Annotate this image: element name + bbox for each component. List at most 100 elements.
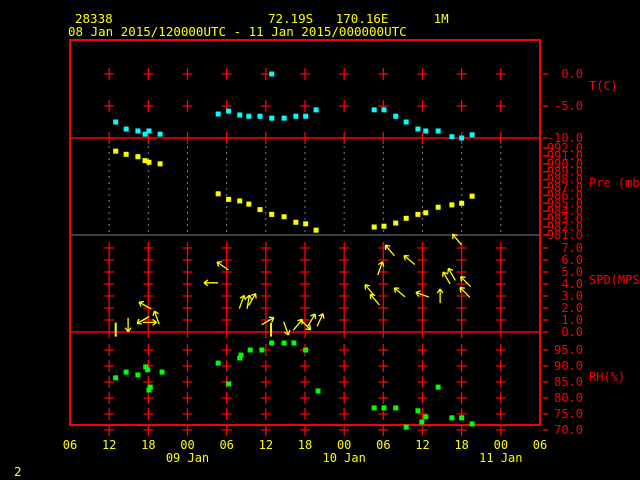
grid-cross bbox=[104, 376, 115, 388]
pressure-point bbox=[281, 214, 287, 220]
wind-arrow bbox=[316, 313, 325, 327]
y-tick-label: 0.0 bbox=[561, 325, 583, 339]
grid-cross bbox=[495, 132, 506, 144]
temperature-point bbox=[281, 115, 287, 121]
grid-cross bbox=[495, 344, 506, 356]
grid-cross bbox=[300, 360, 310, 372]
y-tick-label: 70.0 bbox=[554, 423, 583, 437]
grid-cross bbox=[456, 100, 467, 112]
grid-cross bbox=[300, 68, 310, 80]
rh-point bbox=[459, 415, 465, 421]
grid-cross bbox=[456, 68, 467, 80]
grid-cross bbox=[378, 314, 389, 326]
grid-cross bbox=[221, 302, 232, 314]
y-tick-label: 0.0 bbox=[561, 67, 583, 81]
grid-cross bbox=[182, 278, 193, 290]
grid-cross bbox=[339, 326, 350, 338]
temperature-point bbox=[393, 113, 399, 119]
rh-point bbox=[291, 340, 297, 346]
y-tick-label: 75.0 bbox=[554, 407, 583, 421]
grid-cross bbox=[182, 254, 193, 266]
grid-cross bbox=[182, 360, 193, 372]
grid-cross bbox=[104, 344, 115, 356]
temperature-point bbox=[469, 132, 475, 138]
grid-cross bbox=[221, 344, 232, 356]
pressure-point bbox=[449, 202, 455, 208]
wind-arrow bbox=[393, 287, 406, 298]
pressure-point bbox=[123, 151, 129, 157]
grid-cross bbox=[260, 290, 271, 302]
pressure-point bbox=[371, 224, 377, 230]
grid-cross bbox=[495, 392, 506, 404]
rh-point bbox=[393, 405, 399, 411]
pressure-point bbox=[246, 201, 252, 207]
pressure-point bbox=[113, 148, 119, 154]
rh-point bbox=[419, 419, 425, 425]
grid-cross bbox=[495, 376, 506, 388]
x-day-label: 09 Jan bbox=[166, 451, 209, 465]
x-tick-label: 18 bbox=[141, 438, 155, 452]
grid-cross bbox=[300, 278, 310, 290]
grid-cross bbox=[182, 290, 193, 302]
grid-cross bbox=[104, 68, 115, 80]
grid-cross bbox=[456, 242, 467, 254]
grid-cross bbox=[104, 314, 115, 326]
pressure-point bbox=[293, 219, 299, 225]
grid-cross bbox=[104, 266, 115, 278]
grid-cross bbox=[495, 100, 506, 112]
grid-cross bbox=[495, 278, 506, 290]
grid-cross bbox=[300, 254, 310, 266]
grid-cross bbox=[182, 344, 193, 356]
x-tick-label: 18 bbox=[298, 438, 312, 452]
grid-cross bbox=[417, 100, 428, 112]
grid-cross bbox=[339, 314, 350, 326]
y-tick-label: 95.0 bbox=[554, 343, 583, 357]
grid-cross bbox=[104, 360, 115, 372]
grid-cross bbox=[143, 290, 154, 302]
wind-arrow bbox=[292, 318, 303, 331]
wind-arrow bbox=[403, 254, 416, 265]
grid-cross bbox=[300, 290, 310, 302]
pressure-point bbox=[146, 159, 152, 165]
grid-cross bbox=[417, 302, 428, 314]
grid-cross bbox=[260, 302, 271, 314]
x-tick-label: 06 bbox=[533, 438, 547, 452]
grid-cross bbox=[104, 408, 115, 420]
temperature-point bbox=[157, 131, 163, 137]
x-tick-label: 00 bbox=[180, 438, 194, 452]
wind-arrow bbox=[124, 317, 132, 333]
temperature-point bbox=[226, 108, 232, 114]
grid-cross bbox=[221, 266, 232, 278]
grid-cross bbox=[143, 68, 154, 80]
temperature-point bbox=[146, 128, 152, 134]
x-tick-label: 06 bbox=[63, 438, 77, 452]
x-tick-label: 18 bbox=[454, 438, 468, 452]
grid-cross bbox=[339, 278, 350, 290]
grid-cross bbox=[260, 376, 271, 388]
grid-cross bbox=[221, 290, 232, 302]
y-tick-label: 80.0 bbox=[554, 391, 583, 405]
rh-point bbox=[281, 340, 287, 346]
temperature-point bbox=[215, 111, 221, 117]
rh-point bbox=[303, 347, 309, 353]
grid-cross bbox=[456, 344, 467, 356]
grid-cross bbox=[104, 242, 115, 254]
grid-cross bbox=[339, 408, 350, 420]
rh-point bbox=[315, 388, 321, 394]
grid-cross bbox=[182, 302, 193, 314]
temperature-point bbox=[293, 113, 299, 119]
temperature-point bbox=[423, 128, 429, 134]
temperature-point bbox=[381, 107, 387, 113]
grid-cross bbox=[143, 278, 154, 290]
grid-cross bbox=[456, 314, 467, 326]
rh-point bbox=[415, 408, 421, 414]
temperature-point bbox=[371, 107, 377, 113]
pressure-point bbox=[403, 215, 409, 221]
grid-cross bbox=[104, 100, 115, 112]
pressure-point bbox=[226, 196, 232, 202]
x-tick-label: 00 bbox=[337, 438, 351, 452]
grid-cross bbox=[221, 254, 232, 266]
grid-cross bbox=[339, 132, 350, 144]
y-tick-label: -5.0 bbox=[554, 99, 583, 113]
grid-cross bbox=[143, 392, 154, 404]
